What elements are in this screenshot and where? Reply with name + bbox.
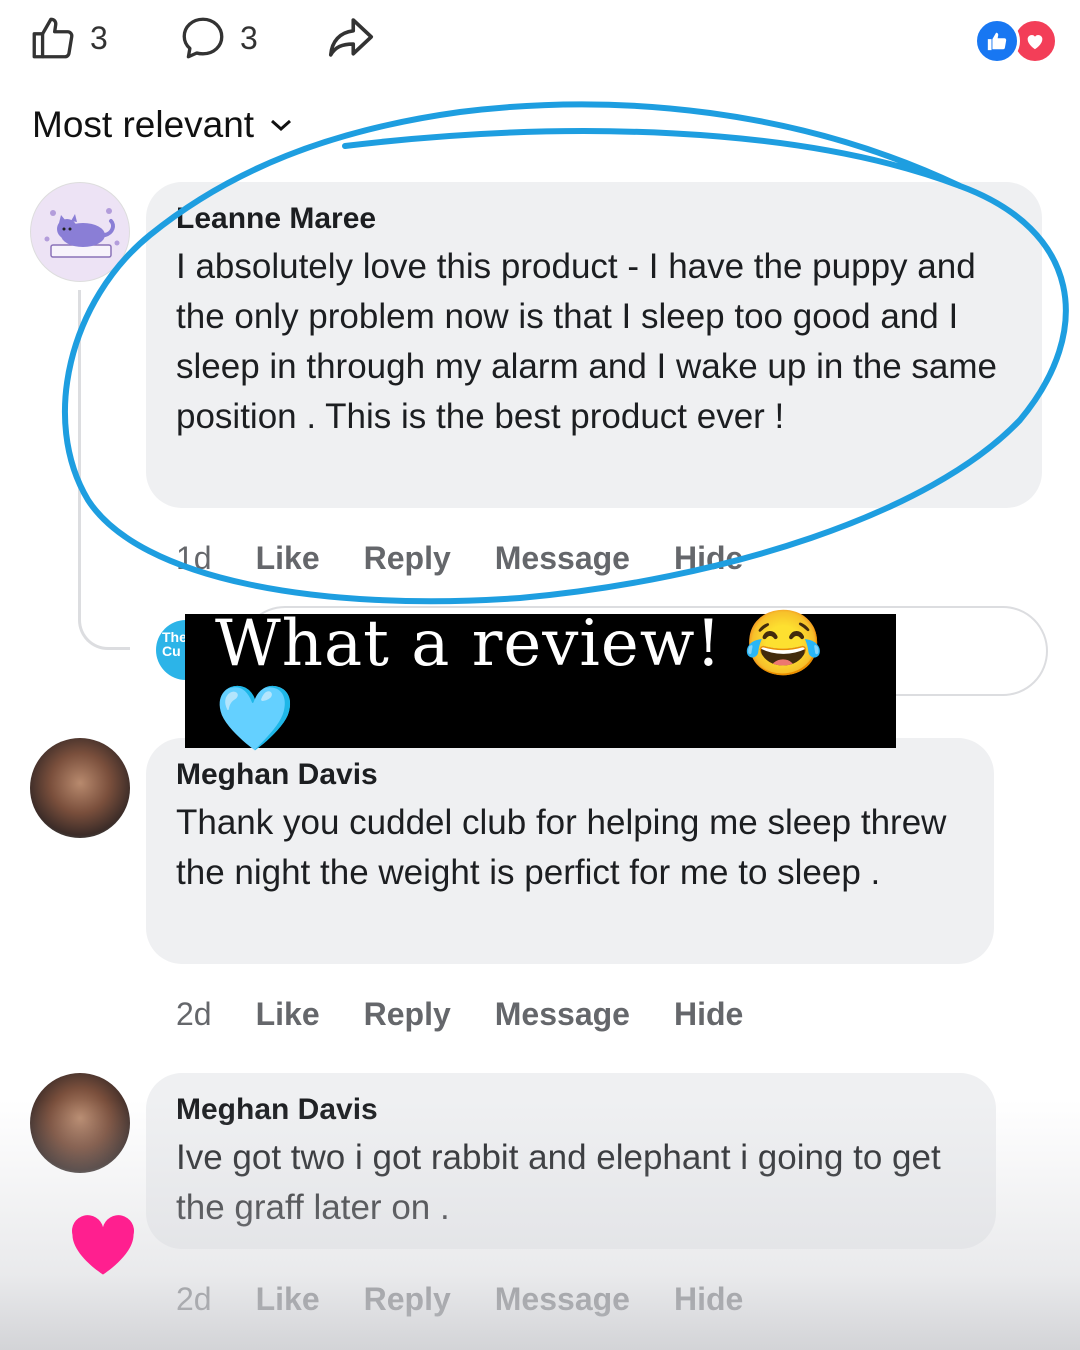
reply-link[interactable]: Reply [364, 1281, 451, 1318]
message-link[interactable]: Message [495, 996, 630, 1033]
comment-bubble: Leanne Maree I absolutely love this prod… [146, 182, 1042, 508]
like-link[interactable]: Like [256, 996, 320, 1033]
caption-overlay: What a review! 😂🩵 [185, 607, 896, 756]
comment-actions: 2d Like Reply Message Hide [176, 1281, 787, 1318]
comment-sort-dropdown[interactable]: Most relevant [32, 104, 294, 146]
like-reaction-icon [974, 18, 1020, 64]
comment-bubble: Meghan Davis Ive got two i got rabbit an… [146, 1073, 996, 1249]
comment-time[interactable]: 1d [176, 540, 212, 577]
hide-link[interactable]: Hide [674, 540, 743, 577]
comment-time[interactable]: 2d [176, 996, 212, 1033]
thread-connector [78, 290, 130, 650]
commenter-name[interactable]: Leanne Maree [176, 202, 1012, 236]
comment-actions: 1d Like Reply Message Hide [176, 540, 787, 577]
hide-link[interactable]: Hide [674, 996, 743, 1033]
comment-actions: 2d Like Reply Message Hide [176, 996, 787, 1033]
avatar[interactable] [30, 738, 130, 838]
commenter-name[interactable]: Meghan Davis [176, 1093, 966, 1127]
thumbs-up-icon [32, 17, 74, 59]
comment-text: Ive got two i got rabbit and elephant i … [176, 1138, 941, 1227]
heart-icon [71, 1215, 135, 1275]
hide-link[interactable]: Hide [674, 1281, 743, 1318]
like-action[interactable]: 3 [28, 8, 108, 68]
message-link[interactable]: Message [495, 1281, 630, 1318]
message-link[interactable]: Message [495, 540, 630, 577]
post-action-bar: 3 3 [28, 8, 1058, 68]
caption-text: What a review! 😂🩵 [215, 607, 825, 756]
commenter-name[interactable]: Meghan Davis [176, 758, 964, 792]
share-action[interactable] [324, 8, 378, 68]
reply-link[interactable]: Reply [364, 540, 451, 577]
comment-text: I absolutely love this product - I have … [176, 247, 997, 436]
comment-icon [182, 17, 224, 59]
sort-label: Most relevant [32, 104, 255, 145]
like-link[interactable]: Like [256, 540, 320, 577]
reaction-summary[interactable] [974, 18, 1058, 64]
comment-time[interactable]: 2d [176, 1281, 212, 1318]
comment-bubble: Meghan Davis Thank you cuddel club for h… [146, 738, 994, 964]
comment-text: Thank you cuddel club for helping me sle… [176, 803, 947, 892]
share-icon [328, 18, 374, 57]
avatar[interactable] [30, 1073, 130, 1173]
avatar[interactable] [30, 182, 130, 282]
comment-action[interactable]: 3 [178, 8, 258, 68]
like-link[interactable]: Like [256, 1281, 320, 1318]
cat-illustration-icon [44, 208, 120, 258]
reply-link[interactable]: Reply [364, 996, 451, 1033]
chevron-down-icon [271, 119, 292, 132]
like-count: 3 [90, 19, 108, 56]
comment-count: 3 [240, 19, 258, 56]
